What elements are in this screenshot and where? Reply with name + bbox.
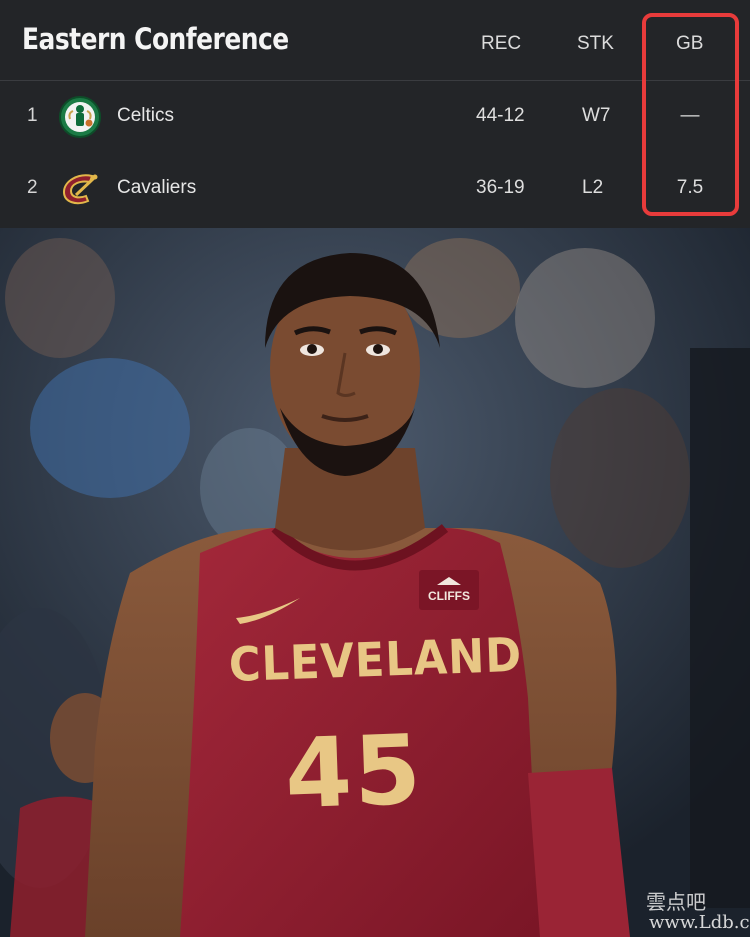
conference-title: Eastern Conference xyxy=(22,22,289,56)
standings-row-celtics[interactable]: 1 Celtics 44-12 W7 — xyxy=(0,81,750,153)
photo-illustration xyxy=(0,228,750,937)
team-streak: L2 xyxy=(582,177,604,198)
column-header-stk[interactable]: STK xyxy=(577,33,614,55)
celtics-logo-icon xyxy=(59,96,101,138)
watermark-url: www.Ldb.cc xyxy=(649,912,750,933)
jersey-wordmark: CLEVELAND xyxy=(228,627,523,693)
team-streak: W7 xyxy=(582,105,611,126)
team-record: 44-12 xyxy=(476,105,525,126)
column-header-rec[interactable]: REC xyxy=(481,33,521,55)
standings-header: Eastern Conference REC STK GB xyxy=(0,0,750,81)
standings-card: Eastern Conference REC STK GB 1 Celtics … xyxy=(0,0,750,228)
team-name[interactable]: Cavaliers xyxy=(117,177,196,199)
player-photo: CLEVELAND 45 CLIFFS 雲点吧 www.Ldb.cc xyxy=(0,228,750,937)
jersey-number: 45 xyxy=(283,713,425,831)
team-rank: 1 xyxy=(27,105,38,126)
standings-row-cavaliers[interactable]: 2 Cavaliers 36-19 L2 7.5 xyxy=(0,153,750,225)
team-name[interactable]: Celtics xyxy=(117,105,174,127)
team-rank: 2 xyxy=(27,177,38,198)
team-record: 36-19 xyxy=(476,177,525,198)
sponsor-patch: CLIFFS xyxy=(419,570,479,610)
cavaliers-logo-icon xyxy=(62,174,98,205)
watermark-chinese: 雲点吧 xyxy=(646,890,706,914)
gb-column-highlight xyxy=(642,13,739,216)
